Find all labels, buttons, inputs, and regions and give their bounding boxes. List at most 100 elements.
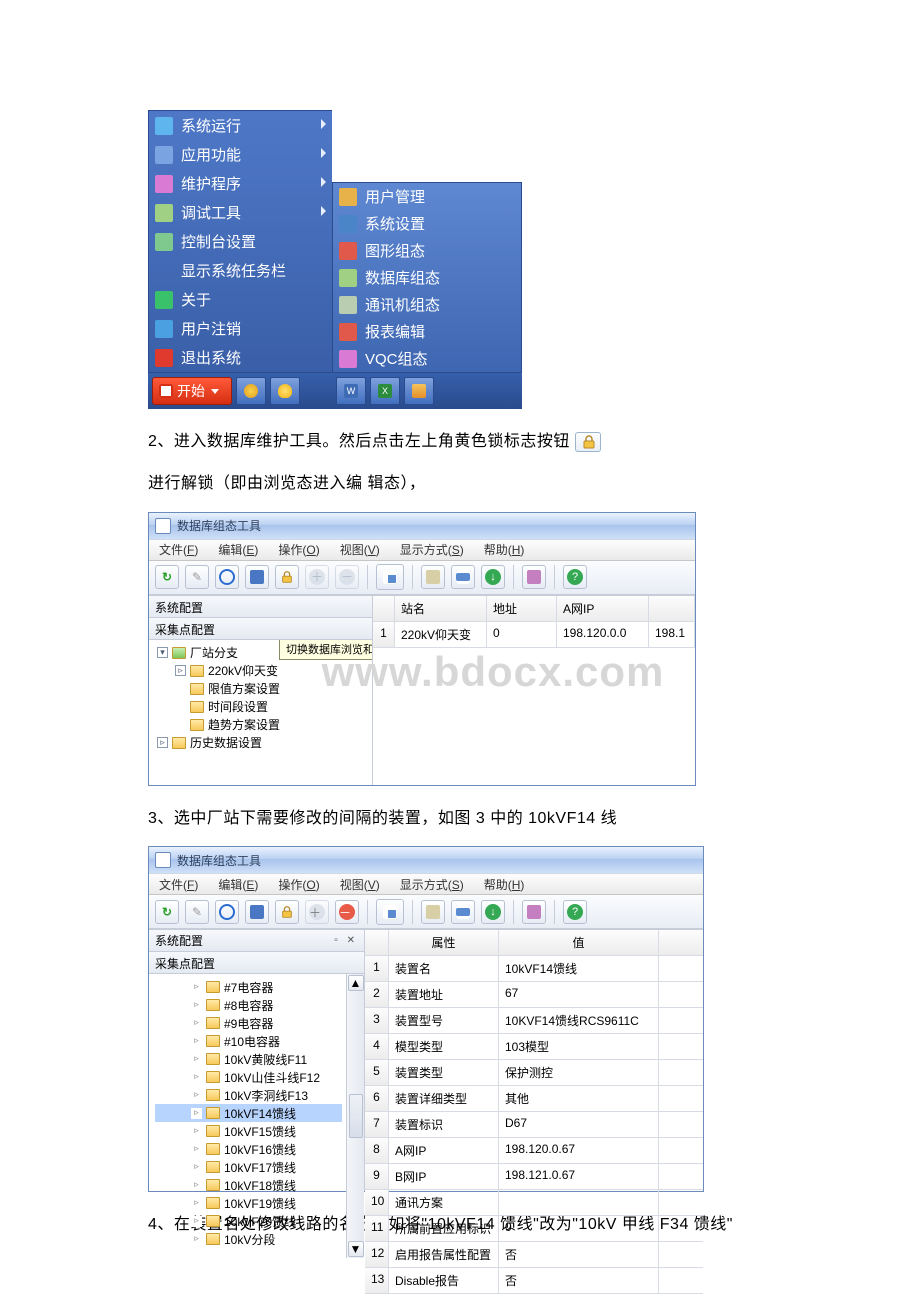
tree-item[interactable]: ▹10kVF15馈线 [155, 1122, 342, 1140]
menu-item[interactable]: 显示方式(S) [394, 541, 470, 558]
list-button[interactable] [451, 900, 475, 924]
table-row[interactable]: 5装置类型保护测控 [365, 1060, 703, 1086]
table-row[interactable]: 4模型类型103模型 [365, 1034, 703, 1060]
target-button[interactable] [215, 565, 239, 589]
column-header[interactable]: A网IP [557, 596, 649, 621]
down-button[interactable]: ↓ [481, 565, 505, 589]
property-value[interactable]: 103模型 [499, 1034, 659, 1059]
table-row[interactable]: 9B网IP198.121.0.67 [365, 1164, 703, 1190]
menu-item[interactable]: 视图(V) [334, 876, 386, 893]
save-button[interactable] [245, 900, 269, 924]
column-header[interactable] [365, 930, 389, 955]
property-value[interactable]: 10kVF14馈线 [499, 956, 659, 981]
tree-item[interactable]: ▹10kV分段 [155, 1230, 342, 1248]
panel1-button[interactable] [421, 900, 445, 924]
menu-item[interactable]: 退出系统 [149, 343, 332, 372]
taskbar-icon-cluster[interactable] [236, 377, 266, 405]
taskbar-icon-bulb[interactable] [270, 377, 300, 405]
menu-item[interactable]: 文件(F) [153, 876, 204, 893]
tree-item[interactable]: ▹10kV李洞线F13 [155, 1086, 342, 1104]
submenu-item[interactable]: 通讯机组态 [333, 291, 521, 318]
property-value[interactable]: 10KVF14馈线RCS9611C [499, 1008, 659, 1033]
taskbar-icon-excel[interactable]: X [370, 377, 400, 405]
menu-item[interactable]: 视图(V) [334, 541, 386, 558]
menu-item[interactable]: 显示系统任务栏 [149, 256, 332, 285]
lock-toggle-button[interactable] [275, 900, 299, 924]
tree-item[interactable]: ▹#8电容器 [155, 996, 342, 1014]
save-button[interactable] [245, 565, 269, 589]
tree-item[interactable]: ▹历史数据设置 [155, 734, 368, 752]
property-value[interactable]: 保护测控 [499, 1060, 659, 1085]
table-row[interactable]: 7装置标识D67 [365, 1112, 703, 1138]
table-row[interactable]: 11所属前置应用标识0 [365, 1216, 703, 1242]
property-value[interactable]: 否 [499, 1268, 659, 1293]
property-value[interactable]: 67 [499, 982, 659, 1007]
grid-button[interactable] [376, 564, 404, 590]
property-value[interactable]: D67 [499, 1112, 659, 1137]
remove-button[interactable]: － [335, 565, 359, 589]
help-button[interactable]: ? [563, 565, 587, 589]
list-button[interactable] [451, 565, 475, 589]
menu-item[interactable]: 系统运行 [149, 111, 332, 140]
tree-item[interactable]: ▹#7电容器 [155, 978, 342, 996]
tree-item[interactable]: ▹10kVF16馈线 [155, 1140, 342, 1158]
scroll-up-icon[interactable]: ▲ [348, 975, 364, 991]
property-value[interactable] [499, 1190, 659, 1215]
lock-toggle-button[interactable] [275, 565, 299, 589]
column-header[interactable]: 站名 [395, 596, 487, 621]
tree-item[interactable]: ▹10kV山佳斗线F12 [155, 1068, 342, 1086]
table-row[interactable]: 3装置型号10KVF14馈线RCS9611C [365, 1008, 703, 1034]
menu-item[interactable]: 控制台设置 [149, 227, 332, 256]
property-value[interactable]: 否 [499, 1242, 659, 1267]
property-value[interactable]: 198.120.0.67 [499, 1138, 659, 1163]
column-header[interactable]: 值 [499, 930, 659, 955]
taskbar-icon-app[interactable] [404, 377, 434, 405]
submenu-item[interactable]: 数据库组态 [333, 264, 521, 291]
tree-item[interactable]: ▹10kVF19馈线 [155, 1194, 342, 1212]
remove-button[interactable]: － [335, 900, 359, 924]
menu-item[interactable]: 调试工具 [149, 198, 332, 227]
table-row[interactable]: 12启用报告属性配置否 [365, 1242, 703, 1268]
column-header[interactable] [373, 596, 395, 621]
tree-item[interactable]: ▹#9电容器 [155, 1014, 342, 1032]
refresh-button[interactable]: ↻ [155, 565, 179, 589]
panel1-button[interactable] [421, 565, 445, 589]
submenu-item[interactable]: 用户管理 [333, 183, 521, 210]
tree-item[interactable]: 限值方案设置 [155, 680, 368, 698]
help-button[interactable]: ? [563, 900, 587, 924]
table-row[interactable]: 6装置详细类型其他 [365, 1086, 703, 1112]
property-value[interactable]: 0 [499, 1216, 659, 1241]
edit-button[interactable]: ✎ [185, 565, 209, 589]
tree-item[interactable]: ▹10kVF17馈线 [155, 1158, 342, 1176]
tree-item[interactable]: 趋势方案设置 [155, 716, 368, 734]
tree-item[interactable]: ▹220kV仰天变 [155, 662, 368, 680]
menu-item[interactable]: 帮助(H) [478, 541, 531, 558]
grid-button[interactable] [376, 899, 404, 925]
column-header[interactable]: 属性 [389, 930, 499, 955]
submenu-item[interactable]: 图形组态 [333, 237, 521, 264]
edit-button[interactable]: ✎ [185, 900, 209, 924]
add-button[interactable]: ＋ [305, 900, 329, 924]
table-row[interactable]: 13Disable报告否 [365, 1268, 703, 1294]
add-button[interactable]: ＋ [305, 565, 329, 589]
tree-scrollbar[interactable]: ▲ ▼ [346, 974, 364, 1258]
export-button[interactable] [522, 565, 546, 589]
menu-item[interactable]: 用户注销 [149, 314, 332, 343]
table-row[interactable]: 2装置地址67 [365, 982, 703, 1008]
submenu-item[interactable]: VQC组态 [333, 345, 521, 372]
tree-item[interactable]: ▹10kVF14馈线 [155, 1104, 342, 1122]
scroll-down-icon[interactable]: ▼ [348, 1241, 364, 1257]
submenu-item[interactable]: 系统设置 [333, 210, 521, 237]
menu-item[interactable]: 编辑(E) [212, 541, 264, 558]
menu-item[interactable]: 关于 [149, 285, 332, 314]
export-button[interactable] [522, 900, 546, 924]
table-row[interactable]: 8A网IP198.120.0.67 [365, 1138, 703, 1164]
target-button[interactable] [215, 900, 239, 924]
menu-item[interactable]: 帮助(H) [478, 876, 531, 893]
menu-item[interactable]: 编辑(E) [212, 876, 264, 893]
down-button[interactable]: ↓ [481, 900, 505, 924]
column-header[interactable] [649, 596, 695, 621]
refresh-button[interactable]: ↻ [155, 900, 179, 924]
tree-item[interactable]: 时间段设置 [155, 698, 368, 716]
column-header[interactable]: 地址 [487, 596, 557, 621]
